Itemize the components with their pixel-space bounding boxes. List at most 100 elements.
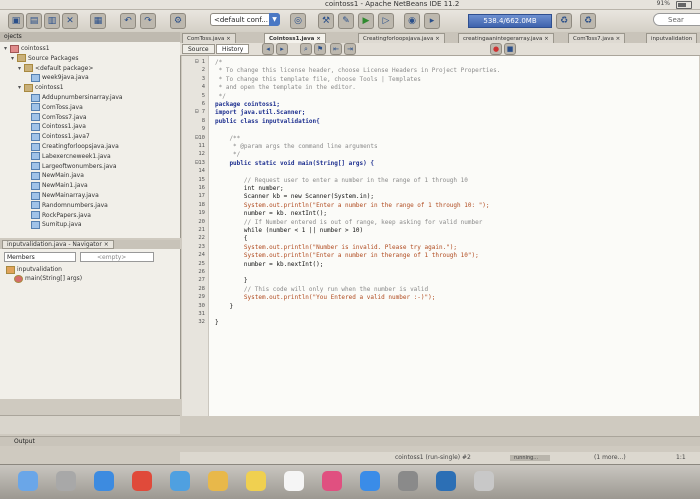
project-tree-item[interactable]: Cointoss1.java (25, 122, 86, 131)
project-tree-item[interactable]: ComToss7.java (25, 113, 87, 122)
gc-alt-icon[interactable]: ♻ (580, 13, 596, 29)
shift-left-icon[interactable]: ⇤ (330, 43, 342, 55)
project-icon (10, 44, 19, 53)
project-tree-item[interactable]: ComToss.java (25, 103, 83, 112)
open-project-icon[interactable]: ▥ (44, 13, 60, 29)
configuration-select[interactable]: <default conf... ▼ (210, 13, 280, 26)
project-tree-item[interactable]: NewMain1.java (25, 181, 88, 190)
output-tab[interactable]: Output (0, 436, 700, 446)
fold-icon[interactable]: ⊟ (195, 134, 199, 141)
navigator-item[interactable]: main(String[] args) (14, 274, 82, 283)
history-view-button[interactable]: History (216, 44, 250, 54)
editor-tab[interactable]: ComToss7.java × (568, 33, 626, 43)
project-tree-item[interactable]: NewMainarray.java (25, 191, 99, 200)
calendar-icon[interactable] (284, 471, 304, 491)
line-number: 9 (201, 126, 205, 133)
macro-record-icon[interactable]: ● (490, 43, 502, 55)
project-tree-item[interactable]: Cointoss1.java7 (25, 132, 90, 141)
line-number: 13 (198, 159, 205, 166)
new-file-icon[interactable]: ▤ (26, 13, 42, 29)
code-line: */ (215, 92, 226, 100)
music-icon[interactable] (322, 471, 342, 491)
debug-icon[interactable]: ▷ (378, 13, 394, 29)
code-line: public static void main(String[] args) { (215, 159, 374, 167)
navigator-tab[interactable]: inputvalidation.java - Navigator × (2, 240, 114, 249)
memory-indicator[interactable]: 538.4/662.0MB (468, 14, 552, 28)
project-tree-item[interactable]: ▾ Source Packages (11, 54, 79, 63)
code-line: // Request user to enter a number in the… (215, 176, 468, 184)
fold-icon[interactable]: ⊟ (195, 159, 199, 166)
project-tree-item[interactable]: ▾ cointoss1 (18, 83, 64, 92)
safari-icon[interactable] (94, 471, 114, 491)
target-icon[interactable]: ◎ (290, 13, 306, 29)
mail-icon[interactable] (170, 471, 190, 491)
trash-icon[interactable] (474, 471, 494, 491)
step-icon[interactable]: ▸ (424, 13, 440, 29)
notes-icon[interactable] (246, 471, 266, 491)
settings-icon[interactable] (398, 471, 418, 491)
build-icon[interactable]: ⚒ (318, 13, 334, 29)
project-tree-item[interactable]: Addupnumbersinarray.java (25, 93, 123, 102)
tree-item-label: Creatingforloopsjava.java (42, 143, 119, 150)
main-toolbar: ▣ ▤ ▥ ✕ ▦ ↶ ↷ ⚙ <default conf... ▼ ◎ ⚒ ✎… (0, 10, 700, 33)
clean-build-icon[interactable]: ✎ (338, 13, 354, 29)
run-status[interactable]: cointoss1 (run-single) #2 (395, 452, 471, 464)
editor-tab[interactable]: Creatingforloopsjava.java × (358, 33, 445, 43)
new-project-icon[interactable]: ▣ (8, 13, 24, 29)
java-file-icon (31, 142, 40, 151)
project-tree-item[interactable]: week9java.java (25, 73, 89, 82)
redo-icon[interactable]: ↷ (140, 13, 156, 29)
more-notifications[interactable]: (1 more...) (594, 452, 626, 464)
project-tree-item[interactable]: ▾ cointoss1 (4, 44, 50, 53)
finder-icon[interactable] (18, 471, 38, 491)
project-tree-item[interactable]: Labexercneweek1.java (25, 152, 111, 161)
code-line: package cointoss1; (215, 101, 281, 108)
find-icon[interactable]: ⌕ (300, 43, 312, 55)
shift-right-icon[interactable]: ⇥ (344, 43, 356, 55)
macro-stop-icon[interactable]: ■ (504, 43, 516, 55)
project-tree-item[interactable]: Creatingforloopsjava.java (25, 142, 119, 151)
projects-tab[interactable]: ojects (0, 32, 180, 42)
project-tree-item[interactable]: RockPapers.java (25, 211, 91, 220)
photos-icon[interactable] (208, 471, 228, 491)
navigator-item[interactable]: inputvalidation (6, 265, 62, 274)
project-tree-item[interactable]: ▾ <default package> (18, 64, 93, 73)
forward-icon[interactable]: ▸ (276, 43, 288, 55)
gc-icon[interactable]: ♻ (556, 13, 572, 29)
project-tree-item[interactable]: NewMain.java (25, 171, 84, 180)
line-number: 2 (201, 67, 205, 74)
back-icon[interactable]: ◂ (262, 43, 274, 55)
line-number: 15 (198, 176, 205, 183)
settings-icon[interactable]: ⚙ (170, 13, 186, 29)
fold-icon[interactable]: ⊟ (195, 58, 199, 65)
project-tree-item[interactable]: Sumitup.java (25, 220, 82, 229)
battery-percent: 91% (656, 0, 670, 7)
save-all-icon[interactable]: ▦ (90, 13, 106, 29)
appstore-icon[interactable] (360, 471, 380, 491)
run-icon[interactable]: ▶ (358, 13, 374, 29)
line-number: 17 (198, 193, 205, 200)
code-line: /** (215, 134, 241, 142)
netbeans-icon[interactable] (436, 471, 456, 491)
undo-icon[interactable]: ↶ (120, 13, 136, 29)
profile-icon[interactable]: ◉ (404, 13, 420, 29)
search-input[interactable]: Sear (653, 13, 700, 26)
editor-tab[interactable]: ComToss.java × (182, 33, 236, 43)
chrome-icon[interactable] (132, 471, 152, 491)
java-file-icon (31, 220, 40, 229)
source-view-button[interactable]: Source (182, 44, 215, 54)
editor-tab[interactable]: creatingaanintegerarray.java × (458, 33, 554, 43)
bookmark-icon[interactable]: ⚑ (314, 43, 326, 55)
filter-select[interactable]: <empty> (80, 252, 154, 262)
launchpad-icon[interactable] (56, 471, 76, 491)
project-tree-item[interactable]: Largeoftwonumbers.java (25, 162, 117, 171)
editor-tab[interactable]: inputvalidation (646, 33, 698, 43)
members-select[interactable]: Members (4, 252, 76, 262)
progress-label: running... (514, 455, 539, 461)
project-tree-item[interactable]: Randomnumbers.java (25, 201, 108, 210)
code-line: * To change this license header, choose … (215, 67, 501, 75)
close-project-icon[interactable]: ✕ (62, 13, 78, 29)
code-editor[interactable]: /* * To change this license header, choo… (209, 56, 699, 416)
fold-icon[interactable]: ⊟ (195, 108, 199, 115)
editor-tab[interactable]: Cointoss1.java × (264, 33, 326, 43)
